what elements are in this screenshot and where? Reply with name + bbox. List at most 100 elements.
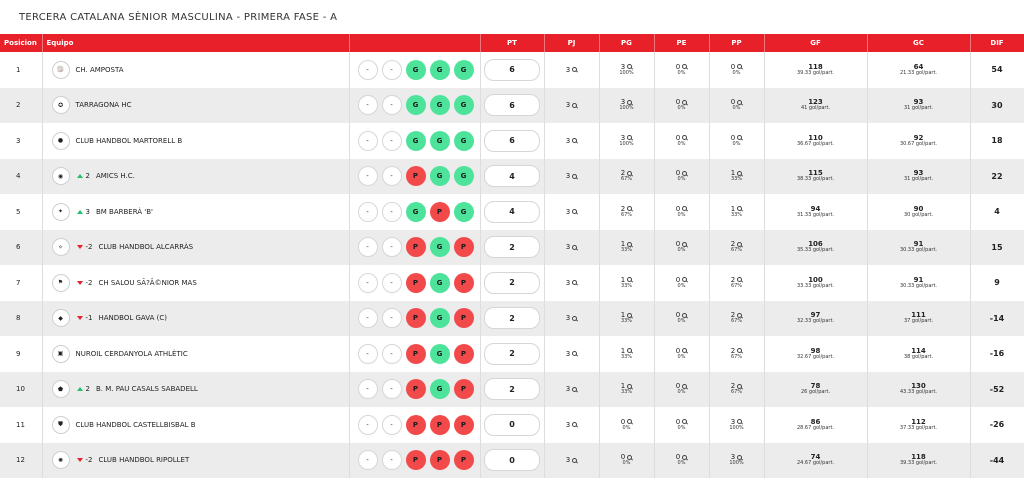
team-name[interactable]: HANDBOL GAVA (C) [98, 314, 166, 322]
magnifier-icon[interactable] [627, 64, 633, 70]
magnifier-icon[interactable] [627, 170, 633, 176]
header-pe[interactable]: PE [654, 34, 710, 52]
table-row[interactable]: 4 ◉ 2 AMICS H.C. - - P G G 4 3 2 67% 0 0% 1 33% 115 38.33 … [0, 158, 1024, 194]
cell-team[interactable]: ● CLUB HANDBOL MARTORELL B [42, 123, 350, 159]
magnifier-icon[interactable] [682, 64, 688, 70]
magnifier-icon[interactable] [682, 419, 688, 425]
magnifier-icon[interactable] [627, 241, 633, 247]
magnifier-icon[interactable] [572, 244, 578, 250]
team-name[interactable]: CLUB HANDBOL CASTELLBISBAL B [76, 421, 196, 429]
magnifier-icon[interactable] [682, 277, 688, 283]
magnifier-icon[interactable] [572, 315, 578, 321]
magnifier-icon[interactable] [737, 383, 743, 389]
magnifier-icon[interactable] [682, 383, 688, 389]
header-pg[interactable]: PG [599, 34, 655, 52]
magnifier-icon[interactable] [682, 241, 688, 247]
header-gc[interactable]: GC [867, 34, 971, 52]
cell-team[interactable]: ⬟ 2 B. M. PAU CASALS SABADELL [42, 371, 350, 407]
cell-team[interactable]: ✺ -2 CLUB HANDBOL RIPOLLET [42, 442, 350, 478]
magnifier-icon[interactable] [572, 351, 578, 357]
header-pj[interactable]: PJ [544, 34, 600, 52]
cell-team[interactable]: ◆ -1 HANDBOL GAVA (C) [42, 300, 350, 336]
magnifier-icon[interactable] [682, 135, 688, 141]
form-result: - [381, 379, 402, 400]
team-name[interactable]: NUROIL CERDANYOLA ATHLÈTIC [76, 350, 188, 358]
cell-team[interactable]: ⛊ CLUB HANDBOL CASTELLBISBAL B [42, 407, 350, 443]
magnifier-icon[interactable] [572, 67, 578, 73]
magnifier-icon[interactable] [737, 241, 743, 247]
table-row[interactable]: 10 ⬟ 2 B. M. PAU CASALS SABADELL - - P G P 2 3 1 33%… [0, 371, 1024, 407]
cell-team[interactable]: ▣ NUROIL CERDANYOLA ATHLÈTIC [42, 336, 350, 372]
magnifier-icon[interactable] [737, 64, 743, 70]
cell-team[interactable]: ✧ -2 CLUB HANDBOL ALCARRÀS [42, 229, 350, 265]
magnifier-icon[interactable] [572, 457, 578, 463]
team-name[interactable]: CH SALOU SÃ?Â©NIOR MAS [98, 279, 196, 287]
team-name[interactable]: BM BARBERÀ 'B' [96, 208, 153, 216]
magnifier-icon[interactable] [627, 99, 633, 105]
magnifier-icon[interactable] [572, 209, 578, 215]
team-name[interactable]: CLUB HANDBOL MARTORELL B [76, 137, 183, 145]
team-name[interactable]: CLUB HANDBOL ALCARRÀS [98, 243, 193, 251]
magnifier-icon[interactable] [682, 99, 688, 105]
cell-team[interactable]: 🏐 CH. AMPOSTA [42, 52, 350, 88]
magnifier-icon[interactable] [737, 312, 743, 318]
cell-team[interactable]: ⚑ -2 CH SALOU SÃ?Â©NIOR MAS [42, 265, 350, 301]
team-name[interactable]: B. M. PAU CASALS SABADELL [96, 385, 198, 393]
magnifier-icon[interactable] [572, 102, 578, 108]
header-team[interactable]: Equipo [42, 34, 350, 52]
team-logo-icon: ✧ [51, 238, 70, 257]
magnifier-icon[interactable] [737, 99, 743, 105]
table-row[interactable]: 8 ◆ -1 HANDBOL GAVA (C) - - P G P 2 3 1 33% 0 0% 2 67% 97… [0, 300, 1024, 336]
team-name[interactable]: TARRAGONA HC [76, 101, 132, 109]
magnifier-icon[interactable] [682, 312, 688, 318]
header-dif[interactable]: DIF [970, 34, 1024, 52]
table-row[interactable]: 5 ✦ 3 BM BARBERÀ 'B' - - G P G 4 3 2 67% 0 0% 1 33% 94 31.… [0, 194, 1024, 230]
magnifier-icon[interactable] [737, 206, 743, 212]
header-pp[interactable]: PP [709, 34, 765, 52]
table-row[interactable]: 2 ✪ TARRAGONA HC - - G G G 6 3 3 100% 0 0% 0 0% 123 41 go… [0, 87, 1024, 123]
magnifier-icon[interactable] [627, 454, 633, 460]
table-row[interactable]: 6 ✧ -2 CLUB HANDBOL ALCARRÀS - - P G P 2 3 1 33% 0 0% 2… [0, 229, 1024, 265]
team-name[interactable]: CLUB HANDBOL RIPOLLET [98, 456, 189, 464]
header-pos[interactable]: Posicion [0, 34, 43, 52]
header-gf[interactable]: GF [764, 34, 868, 52]
magnifier-icon[interactable] [572, 280, 578, 286]
magnifier-icon[interactable] [627, 383, 633, 389]
magnifier-icon[interactable] [627, 277, 633, 283]
points-pill: 2 [484, 342, 540, 365]
magnifier-icon[interactable] [682, 454, 688, 460]
gc-per-game: 39.33 gol/part. [899, 460, 938, 467]
table-row[interactable]: 12 ✺ -2 CLUB HANDBOL RIPOLLET - - P P P 0 3 0 0% 0 0% 3… [0, 442, 1024, 478]
magnifier-icon[interactable] [572, 386, 578, 392]
magnifier-icon[interactable] [682, 170, 688, 176]
header-pt[interactable]: PT [480, 34, 545, 52]
table-row[interactable]: 11 ⛊ CLUB HANDBOL CASTELLBISBAL B--PPP0300… [0, 407, 1024, 443]
magnifier-icon[interactable] [572, 422, 578, 428]
magnifier-icon[interactable] [627, 348, 633, 354]
magnifier-icon[interactable] [572, 173, 578, 179]
magnifier-icon[interactable] [627, 419, 633, 425]
cell-team[interactable]: ◉ 2 AMICS H.C. [42, 158, 350, 194]
magnifier-icon[interactable] [682, 206, 688, 212]
magnifier-icon[interactable] [572, 138, 578, 144]
table-row[interactable]: 9 ▣ NUROIL CERDANYOLA ATHLÈTIC - - P G P 2 3 1 33% 0… [0, 336, 1024, 372]
magnifier-icon[interactable] [627, 206, 633, 212]
magnifier-icon[interactable] [627, 312, 633, 318]
magnifier-icon[interactable] [737, 277, 743, 283]
magnifier-icon[interactable] [737, 135, 743, 141]
team-name[interactable]: AMICS H.C. [96, 172, 135, 180]
team-logo-icon: ✺ [51, 451, 70, 470]
cell-team[interactable]: ✪ TARRAGONA HC [42, 87, 350, 123]
magnifier-icon[interactable] [627, 135, 633, 141]
magnifier-icon[interactable] [737, 419, 743, 425]
gf-per-game: 39.33 gol/part. [796, 69, 835, 76]
magnifier-icon[interactable] [737, 454, 743, 460]
magnifier-icon[interactable] [682, 348, 688, 354]
table-row[interactable]: 1 🏐 CH. AMPOSTA - - G G G 6 3 3 100% 0 0% 0 0% 118 39.33 … [0, 52, 1024, 88]
team-name[interactable]: CH. AMPOSTA [76, 66, 124, 74]
table-row[interactable]: 3 ● CLUB HANDBOL MARTORELL B - - G G G 6 3 3 100% 0 0… [0, 123, 1024, 159]
cell-team[interactable]: ✦ 3 BM BARBERÀ 'B' [42, 194, 350, 230]
magnifier-icon[interactable] [737, 348, 743, 354]
table-row[interactable]: 7 ⚑ -2 CH SALOU SÃ?Â©NIOR MAS - - P G P 2 3 1 33% 0 0%… [0, 265, 1024, 301]
magnifier-icon[interactable] [737, 170, 743, 176]
